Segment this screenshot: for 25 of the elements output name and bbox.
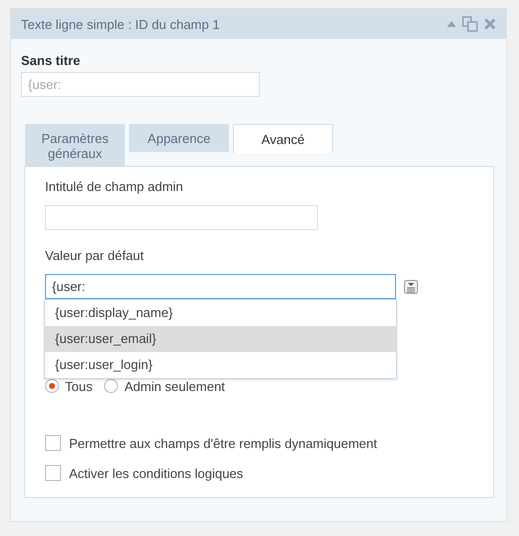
suggestion-item[interactable]: {user:user_email} [45, 326, 396, 352]
collapse-icon[interactable] [447, 21, 456, 27]
close-icon[interactable] [484, 18, 496, 30]
checkbox[interactable] [45, 465, 61, 481]
settings-tab[interactable]: Apparence [129, 124, 229, 152]
suggestion-item[interactable]: {user:user_login} [45, 352, 396, 378]
radio-label: Tous [65, 378, 92, 394]
checkbox-label: Activer les conditions logiques [69, 466, 244, 480]
panel-title: Texte ligne simple : ID du champ 1 [21, 16, 220, 32]
checkbox[interactable] [45, 435, 61, 451]
checkbox-label: Permettre aux champs d'être remplis dynamiquement [69, 436, 378, 450]
settings-tab[interactable]: Avancé [233, 124, 333, 153]
default-value-input[interactable]: {user: [45, 274, 396, 299]
duplicate-icon[interactable] [462, 16, 478, 32]
radio-label: Admin seulement [124, 378, 225, 394]
field-label: Sans titre [21, 53, 80, 68]
default-value-caption: Valeur par défaut [45, 248, 144, 263]
list-icon[interactable] [404, 280, 418, 294]
radio-button[interactable] [45, 379, 59, 393]
radio-button[interactable] [104, 379, 118, 393]
admin-label-caption: Intitulé de champ admin [45, 179, 184, 194]
label-input[interactable]: {user: [21, 72, 260, 97]
suggestion-item[interactable]: {user:display_name} [45, 300, 396, 326]
settings-tab[interactable]: Paramètres généraux [25, 124, 125, 166]
admin-label-input[interactable] [45, 205, 318, 230]
